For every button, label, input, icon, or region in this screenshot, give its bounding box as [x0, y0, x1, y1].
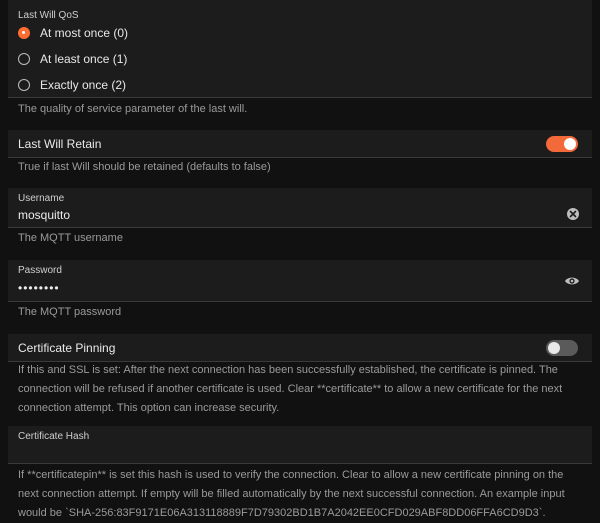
toggle-knob — [548, 341, 560, 354]
password-help: The MQTT password — [18, 306, 122, 318]
radio-checked-icon[interactable] — [18, 27, 30, 39]
cert-hash-help: If **certificatepin** is set this hash i… — [18, 469, 565, 519]
username-help: The MQTT username — [18, 232, 123, 244]
qos-option-2[interactable]: Exactly once (2) — [18, 74, 126, 96]
retain-help: True if last Will should be retained (de… — [18, 161, 271, 173]
qos-option-label: Exactly once (2) — [40, 78, 127, 92]
password-label: Password — [18, 265, 62, 276]
username-label: Username — [18, 193, 65, 204]
password-input[interactable]: •••••••• — [18, 281, 60, 295]
toggle-knob — [564, 137, 576, 150]
pinning-toggle[interactable] — [546, 339, 578, 356]
retain-toggle[interactable] — [546, 135, 578, 152]
radio-unchecked-icon[interactable] — [18, 79, 30, 91]
password-field[interactable]: Password •••••••• — [8, 260, 592, 302]
qos-option-1[interactable]: At least once (1) — [18, 48, 127, 70]
pinning-help: If this and SSL is set: After the next c… — [18, 364, 563, 414]
retain-title: Last Will Retain — [18, 136, 102, 151]
qos-title: Last Will QoS — [18, 10, 79, 21]
username-field[interactable]: Username mosquitto — [8, 188, 592, 228]
cert-hash-label: Certificate Hash — [18, 431, 90, 442]
pinning-row[interactable]: Certificate Pinning — [8, 334, 592, 362]
qos-card: Last Will QoS At most once (0) At least … — [8, 0, 592, 98]
radio-unchecked-icon[interactable] — [18, 53, 30, 65]
qos-help: The quality of service parameter of the … — [18, 103, 248, 115]
username-input[interactable]: mosquitto — [18, 208, 70, 222]
cert-hash-field[interactable]: Certificate Hash — [8, 426, 592, 464]
eye-icon[interactable] — [564, 274, 580, 288]
qos-option-label: At least once (1) — [40, 52, 128, 66]
qos-option-label: At most once (0) — [40, 26, 129, 40]
pinning-title: Certificate Pinning — [18, 340, 116, 355]
qos-option-0[interactable]: At most once (0) — [18, 22, 128, 44]
clear-icon[interactable] — [566, 207, 580, 221]
retain-row[interactable]: Last Will Retain — [8, 130, 592, 158]
